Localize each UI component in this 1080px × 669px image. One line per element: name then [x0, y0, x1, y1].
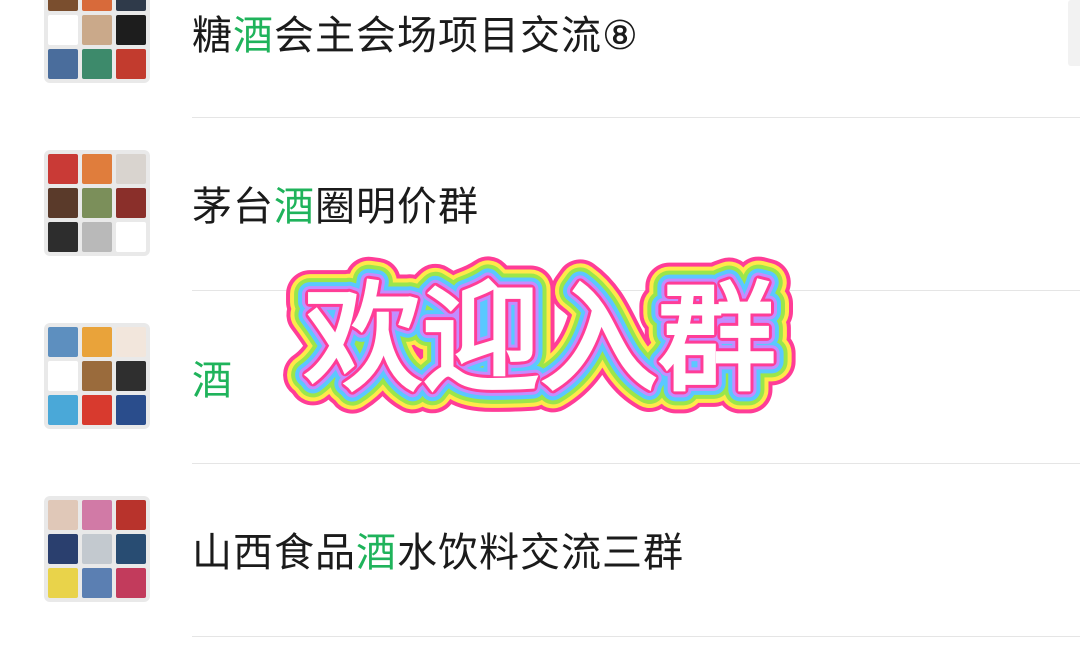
- scrollbar-thumb[interactable]: [1068, 0, 1080, 66]
- chat-title: 山西食品酒水饮料交流三群: [192, 529, 684, 577]
- chat-list-item[interactable]: 山西食品酒水饮料交流三群: [0, 496, 1080, 616]
- avatar-tile: [116, 15, 146, 45]
- title-prefix: 糖: [192, 13, 233, 59]
- avatar-tile: [82, 568, 112, 598]
- avatar-tile: [116, 361, 146, 391]
- title-prefix: 茅台: [192, 184, 274, 230]
- welcome-sticker: 欢迎入群欢迎入群欢迎入群欢迎入群欢迎入群欢迎入群 欢迎入群: [281, 248, 798, 430]
- group-avatar: [44, 496, 150, 602]
- title-suffix: 水饮料交流三群: [397, 530, 684, 576]
- list-divider: [192, 117, 1080, 118]
- avatar-tile: [82, 154, 112, 184]
- list-divider: [192, 463, 1080, 464]
- avatar-tile: [82, 327, 112, 357]
- avatar-tile: [48, 500, 78, 530]
- avatar-tile: [82, 222, 112, 252]
- avatar-tile: [116, 395, 146, 425]
- title-suffix: 圈明价群: [315, 184, 479, 230]
- welcome-text: 欢迎入群: [303, 270, 776, 408]
- search-keyword-highlight: 酒: [356, 530, 397, 576]
- avatar-tile: [116, 188, 146, 218]
- avatar-tile: [116, 568, 146, 598]
- avatar-tile: [116, 534, 146, 564]
- avatar-tile: [82, 0, 112, 11]
- avatar-tile: [82, 534, 112, 564]
- avatar-tile: [82, 395, 112, 425]
- list-divider: [192, 636, 1080, 637]
- avatar-tile: [48, 327, 78, 357]
- avatar-tile: [48, 15, 78, 45]
- avatar-tile: [48, 568, 78, 598]
- avatar-tile: [116, 0, 146, 11]
- avatar-tile: [82, 15, 112, 45]
- avatar-tile: [48, 222, 78, 252]
- avatar-tile: [116, 500, 146, 530]
- group-avatar: [44, 150, 150, 256]
- group-avatar: [44, 0, 150, 83]
- avatar-tile: [82, 188, 112, 218]
- search-keyword-highlight: 酒: [274, 184, 315, 230]
- avatar-tile: [48, 534, 78, 564]
- avatar-tile: [48, 188, 78, 218]
- avatar-tile: [116, 327, 146, 357]
- avatar-tile: [48, 154, 78, 184]
- avatar-tile: [116, 49, 146, 79]
- avatar-tile: [48, 49, 78, 79]
- avatar-tile: [48, 0, 78, 11]
- avatar-tile: [116, 222, 146, 252]
- group-avatar: [44, 323, 150, 429]
- chat-title: 茅台酒圈明价群: [192, 183, 479, 231]
- avatar-tile: [82, 49, 112, 79]
- avatar-tile: [82, 500, 112, 530]
- avatar-tile: [48, 395, 78, 425]
- chat-list-item[interactable]: 糖酒会主会场项目交流⑧: [0, 0, 1080, 97]
- title-prefix: 山西食品: [192, 530, 356, 576]
- avatar-tile: [82, 361, 112, 391]
- welcome-sticker-overlay: 欢迎入群 欢迎入群 欢迎入群 欢迎入群 欢迎入群 欢迎入群 欢迎入群: [225, 232, 855, 442]
- avatar-tile: [116, 154, 146, 184]
- chat-title: 糖酒会主会场项目交流⑧: [192, 12, 639, 60]
- search-keyword-highlight: 酒: [233, 13, 274, 59]
- avatar-tile: [48, 361, 78, 391]
- title-suffix: 会主会场项目交流⑧: [274, 13, 639, 59]
